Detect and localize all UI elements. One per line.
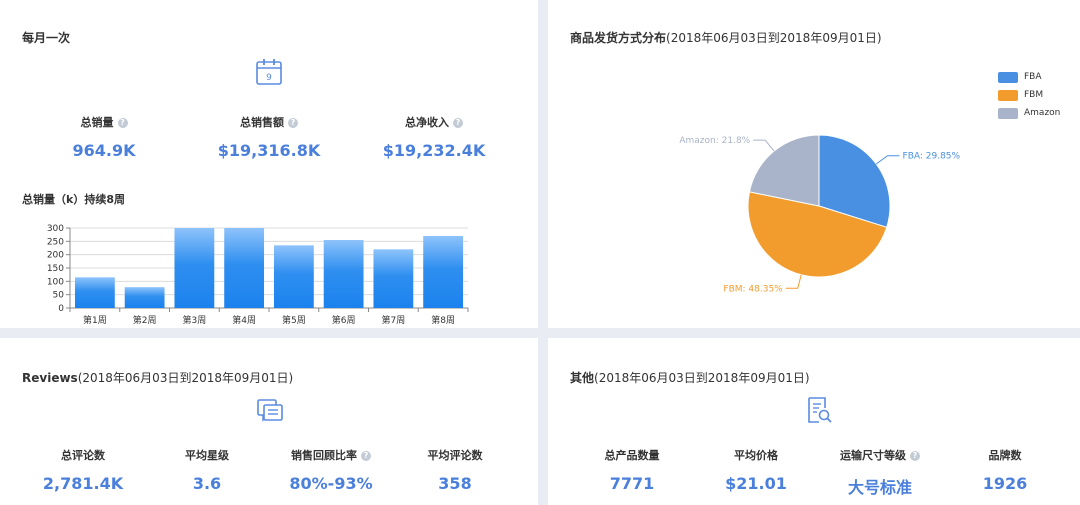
pie-legend: FBA FBM Amazon [998, 68, 1060, 122]
metric-value: 1926 [982, 474, 1028, 493]
comments-icon [257, 399, 283, 422]
metric-net-income: 总净收入? $19,232.4K [354, 114, 514, 160]
legend-label: FBA [1024, 72, 1042, 82]
x-tick-label: 第5周 [282, 314, 306, 326]
help-icon[interactable]: ? [117, 118, 128, 128]
metric-brand-count: 品牌数 1926 [925, 447, 1080, 493]
y-tick-label: 150 [47, 264, 64, 274]
reviews-title: Reviews [22, 371, 78, 385]
monthly-panel: 每月一次 9 总销量? 964.9K 总销售额? $19,316.8K 总净收入… [0, 0, 538, 328]
bar[interactable] [273, 245, 314, 308]
reviews-subtitle: (2018年06月03日到2018年09月01日) [77, 371, 294, 385]
other-panel: 其他(2018年06月03日到2018年09月01日) 总产品数量 7771 平… [548, 338, 1080, 505]
bar-chart-title: 总销量（k）持续8周 [22, 193, 125, 206]
metric-label: 品牌数 [988, 449, 1022, 462]
calendar-icon: 9 [256, 59, 282, 85]
x-tick-label: 第6周 [332, 314, 356, 326]
x-tick-label: 第1周 [83, 314, 107, 326]
metric-label: 总销售额 [240, 116, 284, 129]
pie-slice-label: Amazon: 21.8% [679, 136, 750, 146]
help-icon[interactable]: ? [910, 451, 920, 461]
x-tick-label: 第3周 [183, 314, 207, 326]
metric-label: 总净收入 [405, 116, 449, 129]
legend-label: Amazon [1024, 108, 1061, 118]
reviews-panel: Reviews(2018年06月03日到2018年09月01日) 总评论数 2,… [0, 338, 538, 505]
pie-label-line [875, 155, 900, 165]
legend-item-fbm[interactable]: FBM [998, 86, 1060, 104]
document-search-icon [808, 397, 832, 423]
help-icon[interactable]: ? [288, 118, 298, 128]
y-tick-label: 0 [58, 304, 64, 314]
y-tick-label: 200 [47, 251, 64, 261]
pie-label-line [753, 139, 775, 152]
help-icon[interactable]: ? [453, 118, 463, 128]
x-tick-label: 第7周 [382, 314, 406, 326]
legend-swatch [998, 89, 1018, 101]
metric-value: 964.9K [72, 141, 136, 160]
metric-value: $19,232.4K [382, 141, 486, 160]
pie-slice-label: FBA: 29.85% [903, 152, 961, 162]
metric-value: $19,316.8K [217, 141, 321, 160]
metric-value: 358 [438, 474, 472, 493]
help-icon[interactable]: ? [361, 451, 371, 461]
legend-swatch [998, 71, 1018, 83]
legend-item-amazon[interactable]: Amazon [998, 104, 1060, 122]
shipping-method-panel: 商品发货方式分布(2018年06月03日到2018年09月01日) FBA: 2… [548, 0, 1080, 328]
panel-title: 其他(2018年06月03日到2018年09月01日) [570, 369, 810, 386]
bar[interactable] [423, 236, 464, 308]
bar[interactable] [323, 240, 364, 308]
panel-title: Reviews(2018年06月03日到2018年09月01日) [22, 369, 293, 386]
bar[interactable] [174, 228, 215, 308]
y-tick-label: 250 [47, 237, 64, 247]
bar[interactable] [124, 287, 165, 308]
bar[interactable] [373, 249, 414, 308]
weekly-sales-bar-chart: 0 50 100 150 200 250 300 第1周 第2周 第3周 第4周 第5周 第6周 第7周 第… [47, 224, 469, 326]
metric-label: 运输尺寸等级 [840, 449, 906, 462]
bar[interactable] [224, 228, 265, 308]
legend-swatch [998, 107, 1018, 119]
pie-slice-label: FBM: 48.35% [723, 284, 783, 294]
calendar-day: 9 [266, 73, 272, 83]
metric-label: 平均评论数 [427, 449, 483, 462]
other-title: 其他 [570, 371, 595, 385]
x-tick-label: 第4周 [232, 314, 256, 326]
metric-label: 总销量 [80, 116, 114, 129]
metric-avg-review-count: 平均评论数 358 [375, 447, 535, 493]
legend-label: FBM [1024, 90, 1044, 100]
metric-total-revenue: 总销售额? $19,316.8K [189, 114, 349, 160]
legend-item-fba[interactable]: FBA [998, 68, 1060, 86]
other-subtitle: (2018年06月03日到2018年09月01日) [594, 371, 810, 385]
x-tick-label: 第2周 [133, 314, 157, 326]
metric-label: 销售回顾比率 [291, 449, 357, 462]
bar[interactable] [74, 277, 115, 308]
metric-total-sales: 总销量? 964.9K [24, 114, 184, 160]
x-tick-label: 第8周 [431, 314, 455, 326]
shipping-pie-chart: FBA: 29.85% FBM: 48.35% Amazon: 21.8% [679, 134, 961, 294]
panel-title: 每月一次 [22, 31, 71, 45]
y-tick-label: 100 [47, 277, 64, 287]
pie-label-line [785, 274, 802, 289]
y-tick-label: 300 [47, 224, 64, 234]
y-tick-label: 50 [53, 291, 65, 301]
